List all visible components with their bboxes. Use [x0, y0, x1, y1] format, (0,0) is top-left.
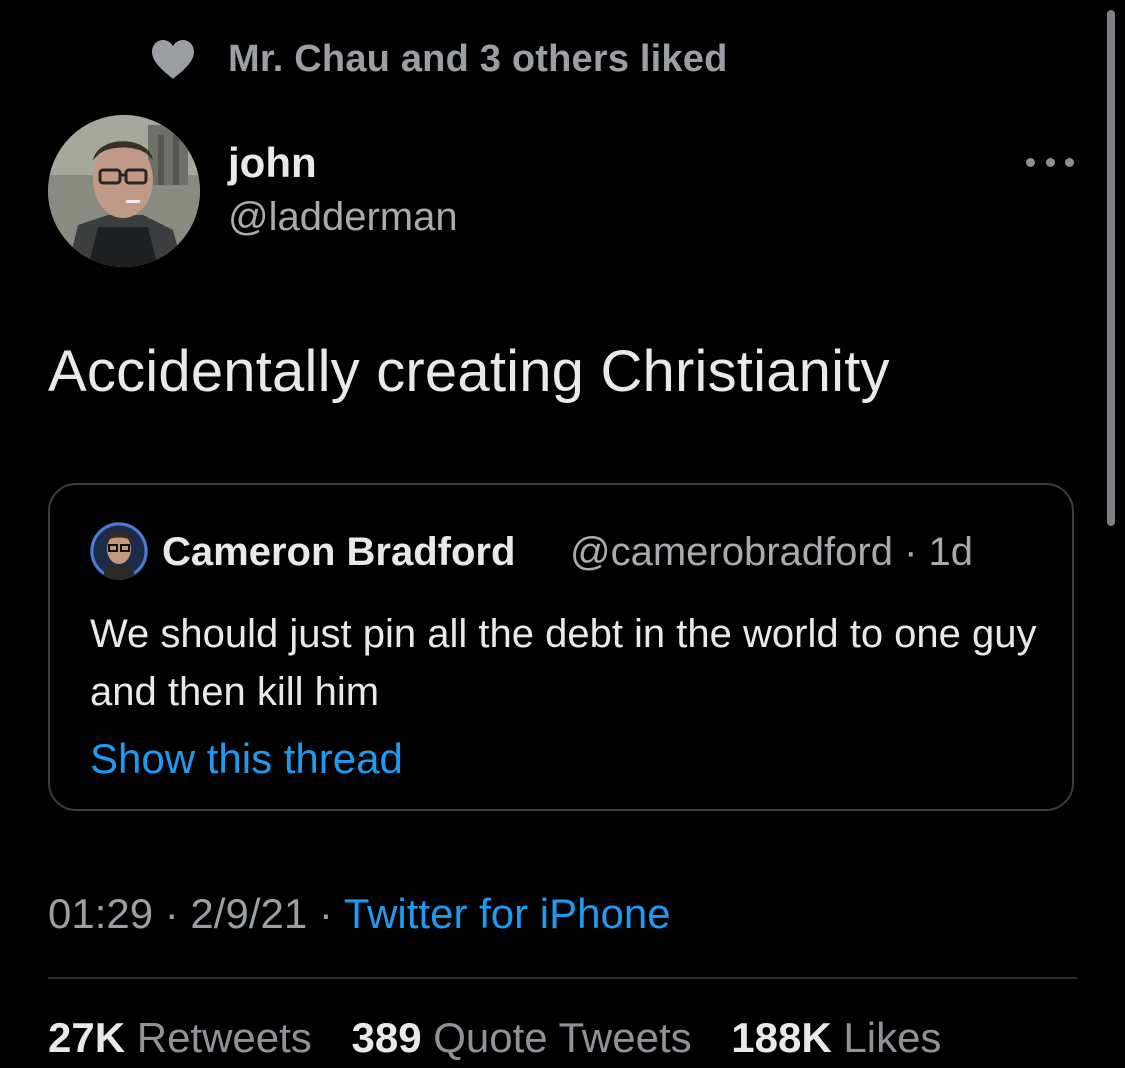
social-context: Mr. Chau and 3 others liked [150, 38, 728, 81]
show-this-thread-link[interactable]: Show this thread [90, 735, 403, 783]
tweet-metadata: 01:29 · 2/9/21 · Twitter for iPhone [48, 890, 671, 938]
tweet-detail-page: Mr. Chau and 3 others liked john @ladder… [0, 0, 1125, 1068]
quoted-tweet-text: We should just pin all the debt in the w… [90, 612, 1037, 714]
divider [48, 977, 1077, 979]
engagement-stats: 27K Retweets 389 Quote Tweets 188K Likes [48, 1014, 969, 1062]
more-dot [1045, 157, 1055, 167]
quoted-author-handle-time: @camerobradford · 1d [570, 530, 974, 574]
scrollbar[interactable] [1107, 10, 1115, 526]
social-context-text[interactable]: Mr. Chau and 3 others liked [228, 38, 728, 81]
quoted-tweet-card[interactable]: Cameron Bradford @camerobradford · 1d We… [48, 483, 1074, 811]
tweet-time-date: 01:29 · 2/9/21 · [48, 890, 344, 937]
tweet-source-link[interactable]: Twitter for iPhone [344, 890, 671, 937]
author-handle[interactable]: @ladderman [228, 195, 458, 240]
retweets-count: 27K [48, 1014, 126, 1061]
quoted-author-avatar[interactable] [90, 522, 148, 580]
quote-tweets-label: Quote Tweets [433, 1014, 692, 1061]
more-dot [1026, 157, 1035, 167]
likes-stat[interactable]: 188K Likes [731, 1014, 941, 1061]
retweets-label: Retweets [136, 1014, 312, 1061]
more-dot [1065, 157, 1074, 167]
tweet-text: Accidentally creating Christianity [48, 339, 890, 404]
quote-tweets-count: 389 [351, 1014, 422, 1061]
author-display-name[interactable]: john [228, 139, 317, 187]
retweets-stat[interactable]: 27K Retweets [48, 1014, 312, 1061]
heart-icon [152, 39, 194, 79]
quoted-author-name[interactable]: Cameron Bradford [162, 530, 515, 575]
likes-label: Likes [843, 1014, 942, 1061]
quote-tweets-stat[interactable]: 389 Quote Tweets [351, 1014, 691, 1061]
author-avatar[interactable] [48, 115, 200, 267]
quoted-avatar-image [90, 522, 148, 580]
likes-count: 188K [731, 1014, 832, 1061]
author-avatar-image [48, 115, 200, 267]
more-options-button[interactable] [1026, 150, 1074, 174]
